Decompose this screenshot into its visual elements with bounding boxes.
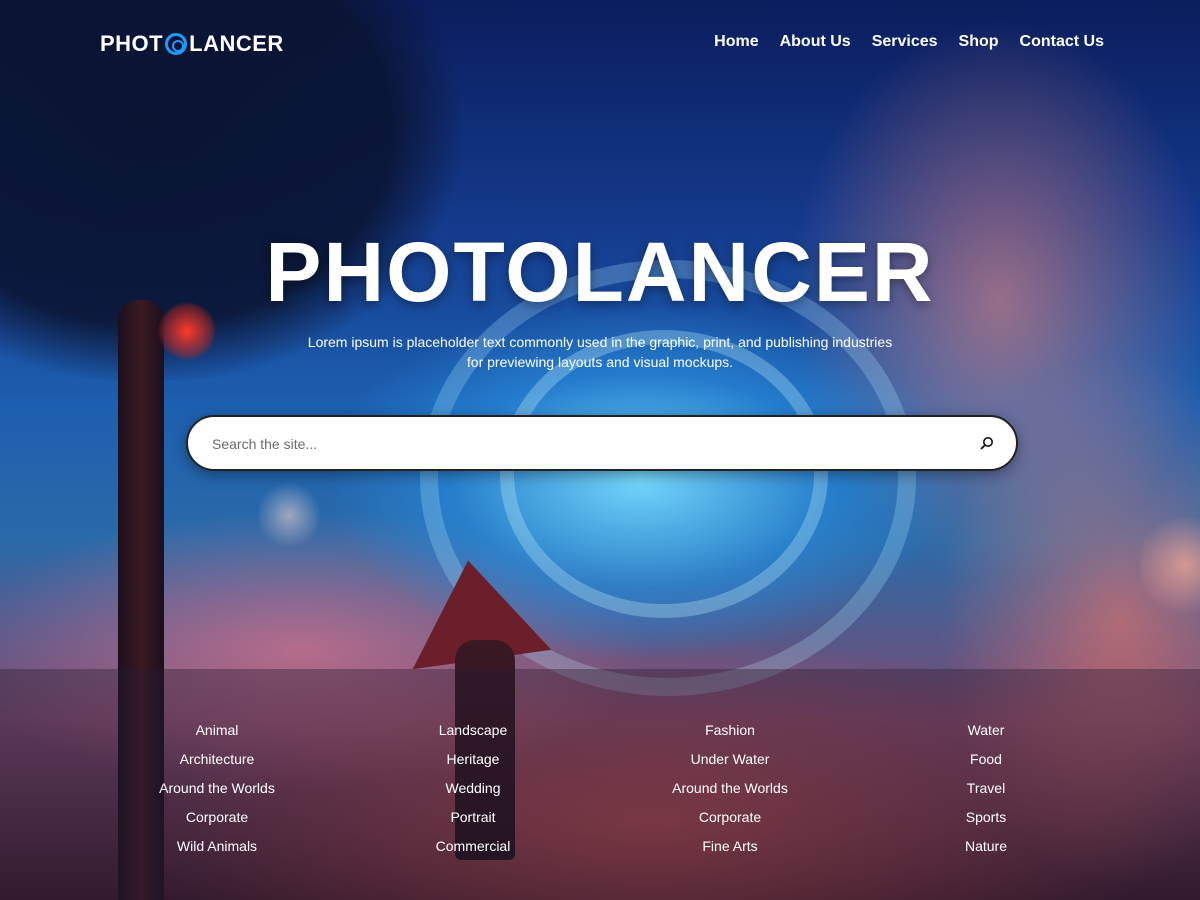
nav-services[interactable]: Services (872, 33, 938, 51)
category-link[interactable]: Fine Arts (610, 832, 850, 861)
site-logo[interactable]: PHOT LANCER (100, 30, 284, 58)
category-link[interactable]: Nature (866, 832, 1106, 861)
category-link[interactable]: Sports (866, 803, 1106, 832)
category-link[interactable]: Animal (97, 716, 337, 745)
category-link[interactable]: Food (866, 745, 1106, 774)
logo-text-left: PHOT (100, 31, 164, 56)
category-column-3: Fashion Under Water Around the Worlds Co… (610, 716, 850, 861)
category-link[interactable]: Travel (866, 774, 1106, 803)
site-header: PHOT LANCER Home About Us Services Shop … (0, 0, 1200, 86)
hero-description: Lorem ipsum is placeholder text commonly… (307, 334, 893, 370)
category-link[interactable]: Around the Worlds (97, 774, 337, 803)
background-swirl (500, 330, 828, 618)
category-column-4: Water Food Travel Sports Nature (866, 716, 1106, 861)
category-link[interactable]: Architecture (97, 745, 337, 774)
main-nav: Home About Us Services Shop Contact Us (714, 33, 1104, 51)
category-link[interactable]: Under Water (610, 745, 850, 774)
search-input[interactable] (210, 417, 954, 471)
category-column-1: Animal Architecture Around the Worlds Co… (97, 716, 337, 861)
nav-about-us[interactable]: About Us (780, 33, 851, 51)
category-column-2: Landscape Heritage Wedding Portrait Comm… (353, 716, 593, 861)
category-link[interactable]: Corporate (610, 803, 850, 832)
search-icon[interactable] (976, 432, 998, 454)
category-link[interactable]: Around the Worlds (610, 774, 850, 803)
search-bar (186, 415, 1018, 471)
category-link[interactable]: Portrait (353, 803, 593, 832)
bokeh-light (258, 480, 320, 550)
category-link[interactable]: Commercial (353, 832, 593, 861)
nav-contact-us[interactable]: Contact Us (1020, 33, 1104, 51)
camera-lens-icon (165, 33, 188, 55)
category-link[interactable]: Fashion (610, 716, 850, 745)
nav-home[interactable]: Home (714, 33, 758, 51)
category-link[interactable]: Water (866, 716, 1106, 745)
category-link[interactable]: Landscape (353, 716, 593, 745)
logo-text-right: LANCER (189, 31, 284, 56)
category-link[interactable]: Wedding (353, 774, 593, 803)
category-link[interactable]: Corporate (97, 803, 337, 832)
category-link[interactable]: Wild Animals (97, 832, 337, 861)
nav-shop[interactable]: Shop (959, 33, 999, 51)
category-link[interactable]: Heritage (353, 745, 593, 774)
hero-title: PHOTOLANCER (265, 225, 935, 319)
